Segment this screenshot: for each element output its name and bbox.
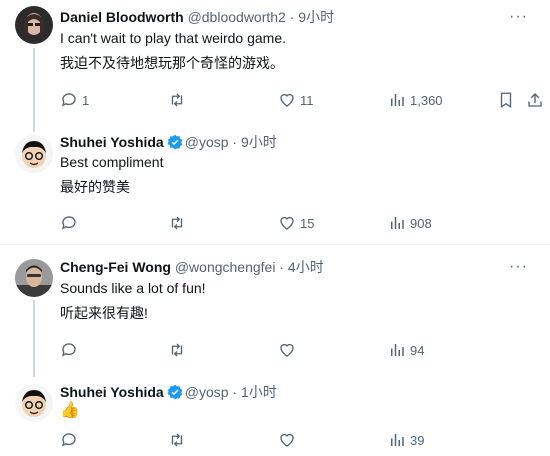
reply-icon — [61, 343, 76, 357]
share-icon — [528, 93, 542, 107]
like-button[interactable] — [278, 431, 300, 449]
user-handle[interactable]: @dbloodworth2 — [188, 9, 286, 25]
view-count: 1,360 — [410, 92, 443, 108]
tweet-text-en: Sounds like a lot of fun! — [60, 280, 206, 296]
bookmark-icon — [500, 92, 512, 109]
reply-icon — [61, 433, 76, 447]
tweet-text-zh: 听起来很有趣! — [60, 305, 148, 321]
separator-dot: · — [232, 134, 238, 150]
reply-icon — [61, 216, 76, 230]
tweet-text-en: Best compliment — [60, 154, 164, 170]
reply-button[interactable] — [60, 431, 82, 449]
tweet-header: Daniel Bloodworth @dbloodworth2 · 9小时 — [60, 8, 334, 26]
retweet-icon — [171, 433, 183, 447]
reply-icon — [61, 93, 76, 107]
display-name[interactable]: Cheng-Fei Wong — [60, 259, 171, 275]
tweet-actions: 39 — [60, 431, 520, 451]
like-count: 15 — [300, 215, 315, 231]
like-button[interactable] — [278, 341, 300, 359]
tweet-2[interactable]: Shuhei Yoshida @yosp · 9小时 Best complimen… — [0, 122, 550, 244]
tweet-1[interactable]: Daniel Bloodworth @dbloodworth2 · 9小时 ··… — [0, 0, 550, 132]
share-button[interactable] — [526, 91, 544, 109]
bookmark-button[interactable] — [497, 91, 515, 109]
views-button[interactable]: 94 — [388, 341, 424, 359]
separator-dot: · — [232, 384, 238, 400]
user-handle[interactable]: @wongchengfei — [175, 259, 276, 275]
views-chart-icon — [391, 94, 404, 106]
retweet-button[interactable] — [168, 341, 190, 359]
tweet-4[interactable]: Shuhei Yoshida @yosp · 1小时 👍 39 — [0, 371, 550, 456]
avatar[interactable] — [15, 384, 53, 422]
timestamp[interactable]: 4小时 — [288, 259, 324, 275]
like-button[interactable]: 15 — [278, 214, 314, 232]
retweet-icon — [171, 216, 183, 230]
tweet-text-zh: 我迫不及待地想玩那个奇怪的游戏。 — [60, 55, 284, 71]
more-options-icon[interactable]: ··· — [509, 9, 528, 25]
retweet-icon — [171, 93, 183, 107]
thread-line — [33, 48, 35, 132]
display-name[interactable]: Shuhei Yoshida — [60, 384, 164, 400]
tweet-actions: 15 908 — [60, 214, 520, 234]
thread-line — [33, 300, 35, 377]
tweet-text-en: I can't wait to play that weirdo game. — [60, 30, 287, 46]
view-count: 908 — [410, 215, 432, 231]
display-name[interactable]: Daniel Bloodworth — [60, 9, 184, 25]
views-button[interactable]: 39 — [388, 431, 424, 449]
retweet-button[interactable] — [168, 431, 190, 449]
timestamp[interactable]: 9小时 — [298, 9, 334, 25]
views-chart-icon — [391, 434, 404, 446]
view-count: 39 — [410, 432, 425, 448]
thumbs-up-emoji: 👍 — [60, 402, 80, 419]
tweet-text-zh: 最好的赞美 — [60, 179, 130, 195]
display-name[interactable]: Shuhei Yoshida — [60, 134, 164, 150]
verified-badge-icon — [167, 134, 183, 150]
retweet-button[interactable] — [168, 214, 190, 232]
separator-dot: · — [289, 9, 295, 25]
avatar[interactable] — [15, 135, 53, 173]
views-button[interactable]: 1,360 — [388, 91, 443, 109]
timestamp[interactable]: 9小时 — [241, 134, 277, 150]
heart-icon — [280, 216, 294, 230]
reply-button[interactable] — [60, 341, 82, 359]
verified-badge-icon — [167, 384, 183, 400]
views-button[interactable]: 908 — [388, 214, 432, 232]
more-options-icon[interactable]: ··· — [509, 259, 528, 275]
separator-dot: · — [279, 259, 285, 275]
avatar[interactable] — [15, 259, 53, 297]
tweet-actions: 1 11 1,360 — [60, 91, 542, 111]
heart-icon — [280, 433, 294, 447]
view-count: 94 — [410, 342, 425, 358]
tweet-actions: 94 — [60, 341, 520, 361]
user-handle[interactable]: @yosp — [185, 134, 229, 150]
reply-button[interactable]: 1 — [60, 91, 89, 109]
heart-icon — [280, 343, 294, 357]
timestamp[interactable]: 1小时 — [241, 384, 277, 400]
like-button[interactable]: 11 — [278, 91, 314, 109]
views-chart-icon — [391, 344, 404, 356]
tweet-header: Shuhei Yoshida @yosp · 9小时 — [60, 133, 277, 151]
tweet-3[interactable]: Cheng-Fei Wong @wongchengfei · 4小时 ··· S… — [0, 245, 550, 377]
retweet-button[interactable] — [168, 91, 190, 109]
retweet-icon — [171, 343, 183, 357]
tweet-header: Shuhei Yoshida @yosp · 1小时 — [60, 383, 277, 401]
reply-button[interactable] — [60, 214, 82, 232]
reply-count: 1 — [82, 92, 90, 108]
views-chart-icon — [391, 217, 404, 229]
avatar[interactable] — [15, 6, 53, 44]
heart-icon — [280, 93, 294, 107]
tweet-header: Cheng-Fei Wong @wongchengfei · 4小时 — [60, 258, 324, 276]
like-count: 11 — [300, 92, 314, 108]
user-handle[interactable]: @yosp — [185, 384, 229, 400]
